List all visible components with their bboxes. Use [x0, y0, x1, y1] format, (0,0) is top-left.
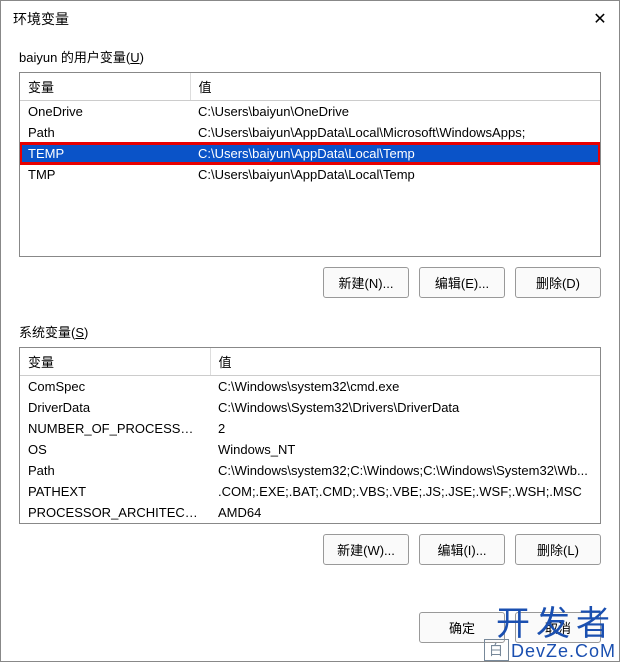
user-vars-label: baiyun 的用户变量(U): [19, 47, 601, 66]
sys-vars-label-hotkey: S: [75, 325, 84, 340]
user-vars-buttons: 新建(N)... 编辑(E)... 删除(D): [19, 267, 601, 298]
dialog-title: 环境变量: [13, 9, 69, 29]
cell-val: Windows_NT: [210, 439, 600, 460]
ok-button[interactable]: 确定: [419, 612, 505, 643]
sys-delete-button[interactable]: 删除(L): [515, 534, 601, 565]
system-vars-table[interactable]: 变量 值 ComSpecC:\Windows\system32\cmd.exeD…: [20, 348, 600, 523]
sys-edit-button[interactable]: 编辑(I)...: [419, 534, 505, 565]
cell-val: C:\Windows\system32;C:\Windows;C:\Window…: [210, 460, 600, 481]
cell-var: OS: [20, 439, 210, 460]
user-col-val[interactable]: 值: [190, 73, 600, 101]
cell-val: .COM;.EXE;.BAT;.CMD;.VBS;.VBE;.JS;.JSE;.…: [210, 481, 600, 502]
table-row[interactable]: PROCESSOR_ARCHITECT...AMD64: [20, 502, 600, 523]
cell-var: NUMBER_OF_PROCESSORS: [20, 418, 210, 439]
sys-vars-label-suffix: ): [84, 325, 88, 340]
user-vars-label-suffix: ): [140, 50, 144, 65]
cell-val: C:\Windows\System32\Drivers\DriverData: [210, 397, 600, 418]
sys-col-val[interactable]: 值: [210, 348, 600, 376]
cell-val: C:\Users\baiyun\AppData\Local\Temp: [190, 143, 600, 164]
sys-vars-label-prefix: 系统变量(: [19, 325, 75, 340]
cell-val: C:\Users\baiyun\AppData\Local\Microsoft\…: [190, 122, 600, 143]
table-row[interactable]: PATHEXT.COM;.EXE;.BAT;.CMD;.VBS;.VBE;.JS…: [20, 481, 600, 502]
table-row[interactable]: TEMPC:\Users\baiyun\AppData\Local\Temp: [20, 143, 600, 164]
table-row[interactable]: OneDriveC:\Users\baiyun\OneDrive: [20, 101, 600, 123]
cell-val: C:\Users\baiyun\OneDrive: [190, 101, 600, 123]
table-row[interactable]: TMPC:\Users\baiyun\AppData\Local\Temp: [20, 164, 600, 185]
table-row[interactable]: PathC:\Windows\system32;C:\Windows;C:\Wi…: [20, 460, 600, 481]
dialog-footer: 确定 取消: [1, 612, 619, 661]
cell-val: 2: [210, 418, 600, 439]
table-row[interactable]: DriverDataC:\Windows\System32\Drivers\Dr…: [20, 397, 600, 418]
cell-val: AMD64: [210, 502, 600, 523]
env-vars-dialog: 环境变量 ✕ baiyun 的用户变量(U) 变量 值 OneDriveC:\U…: [0, 0, 620, 662]
system-vars-buttons: 新建(W)... 编辑(I)... 删除(L): [19, 534, 601, 565]
titlebar: 环境变量 ✕: [1, 1, 619, 37]
system-vars-section: 系统变量(S) 变量 值 ComSpecC:\Windows\system32\…: [19, 322, 601, 571]
cell-var: TMP: [20, 164, 190, 185]
user-vars-section: baiyun 的用户变量(U) 变量 值 OneDriveC:\Users\ba…: [19, 47, 601, 304]
user-vars-table-wrap: 变量 值 OneDriveC:\Users\baiyun\OneDrivePat…: [19, 72, 601, 257]
cell-var: Path: [20, 460, 210, 481]
cell-val: C:\Windows\system32\cmd.exe: [210, 376, 600, 398]
table-row[interactable]: NUMBER_OF_PROCESSORS2: [20, 418, 600, 439]
user-vars-table[interactable]: 变量 值 OneDriveC:\Users\baiyun\OneDrivePat…: [20, 73, 600, 185]
close-icon[interactable]: ✕: [591, 10, 609, 28]
table-row[interactable]: PathC:\Users\baiyun\AppData\Local\Micros…: [20, 122, 600, 143]
cell-var: TEMP: [20, 143, 190, 164]
sys-col-var[interactable]: 变量: [20, 348, 210, 376]
cell-var: PATHEXT: [20, 481, 210, 502]
cancel-button[interactable]: 取消: [515, 612, 601, 643]
system-vars-table-wrap: 变量 值 ComSpecC:\Windows\system32\cmd.exeD…: [19, 347, 601, 524]
table-row[interactable]: OSWindows_NT: [20, 439, 600, 460]
user-col-var[interactable]: 变量: [20, 73, 190, 101]
cell-var: Path: [20, 122, 190, 143]
cell-val: C:\Users\baiyun\AppData\Local\Temp: [190, 164, 600, 185]
sys-new-button[interactable]: 新建(W)...: [323, 534, 409, 565]
cell-var: ComSpec: [20, 376, 210, 398]
user-vars-label-hotkey: U: [130, 50, 139, 65]
dialog-content: baiyun 的用户变量(U) 变量 值 OneDriveC:\Users\ba…: [1, 37, 619, 612]
cell-var: PROCESSOR_ARCHITECT...: [20, 502, 210, 523]
system-vars-label: 系统变量(S): [19, 322, 601, 341]
user-new-button[interactable]: 新建(N)...: [323, 267, 409, 298]
table-row[interactable]: ComSpecC:\Windows\system32\cmd.exe: [20, 376, 600, 398]
cell-var: OneDrive: [20, 101, 190, 123]
user-vars-label-prefix: baiyun 的用户变量(: [19, 50, 130, 65]
user-edit-button[interactable]: 编辑(E)...: [419, 267, 505, 298]
user-delete-button[interactable]: 删除(D): [515, 267, 601, 298]
cell-var: DriverData: [20, 397, 210, 418]
